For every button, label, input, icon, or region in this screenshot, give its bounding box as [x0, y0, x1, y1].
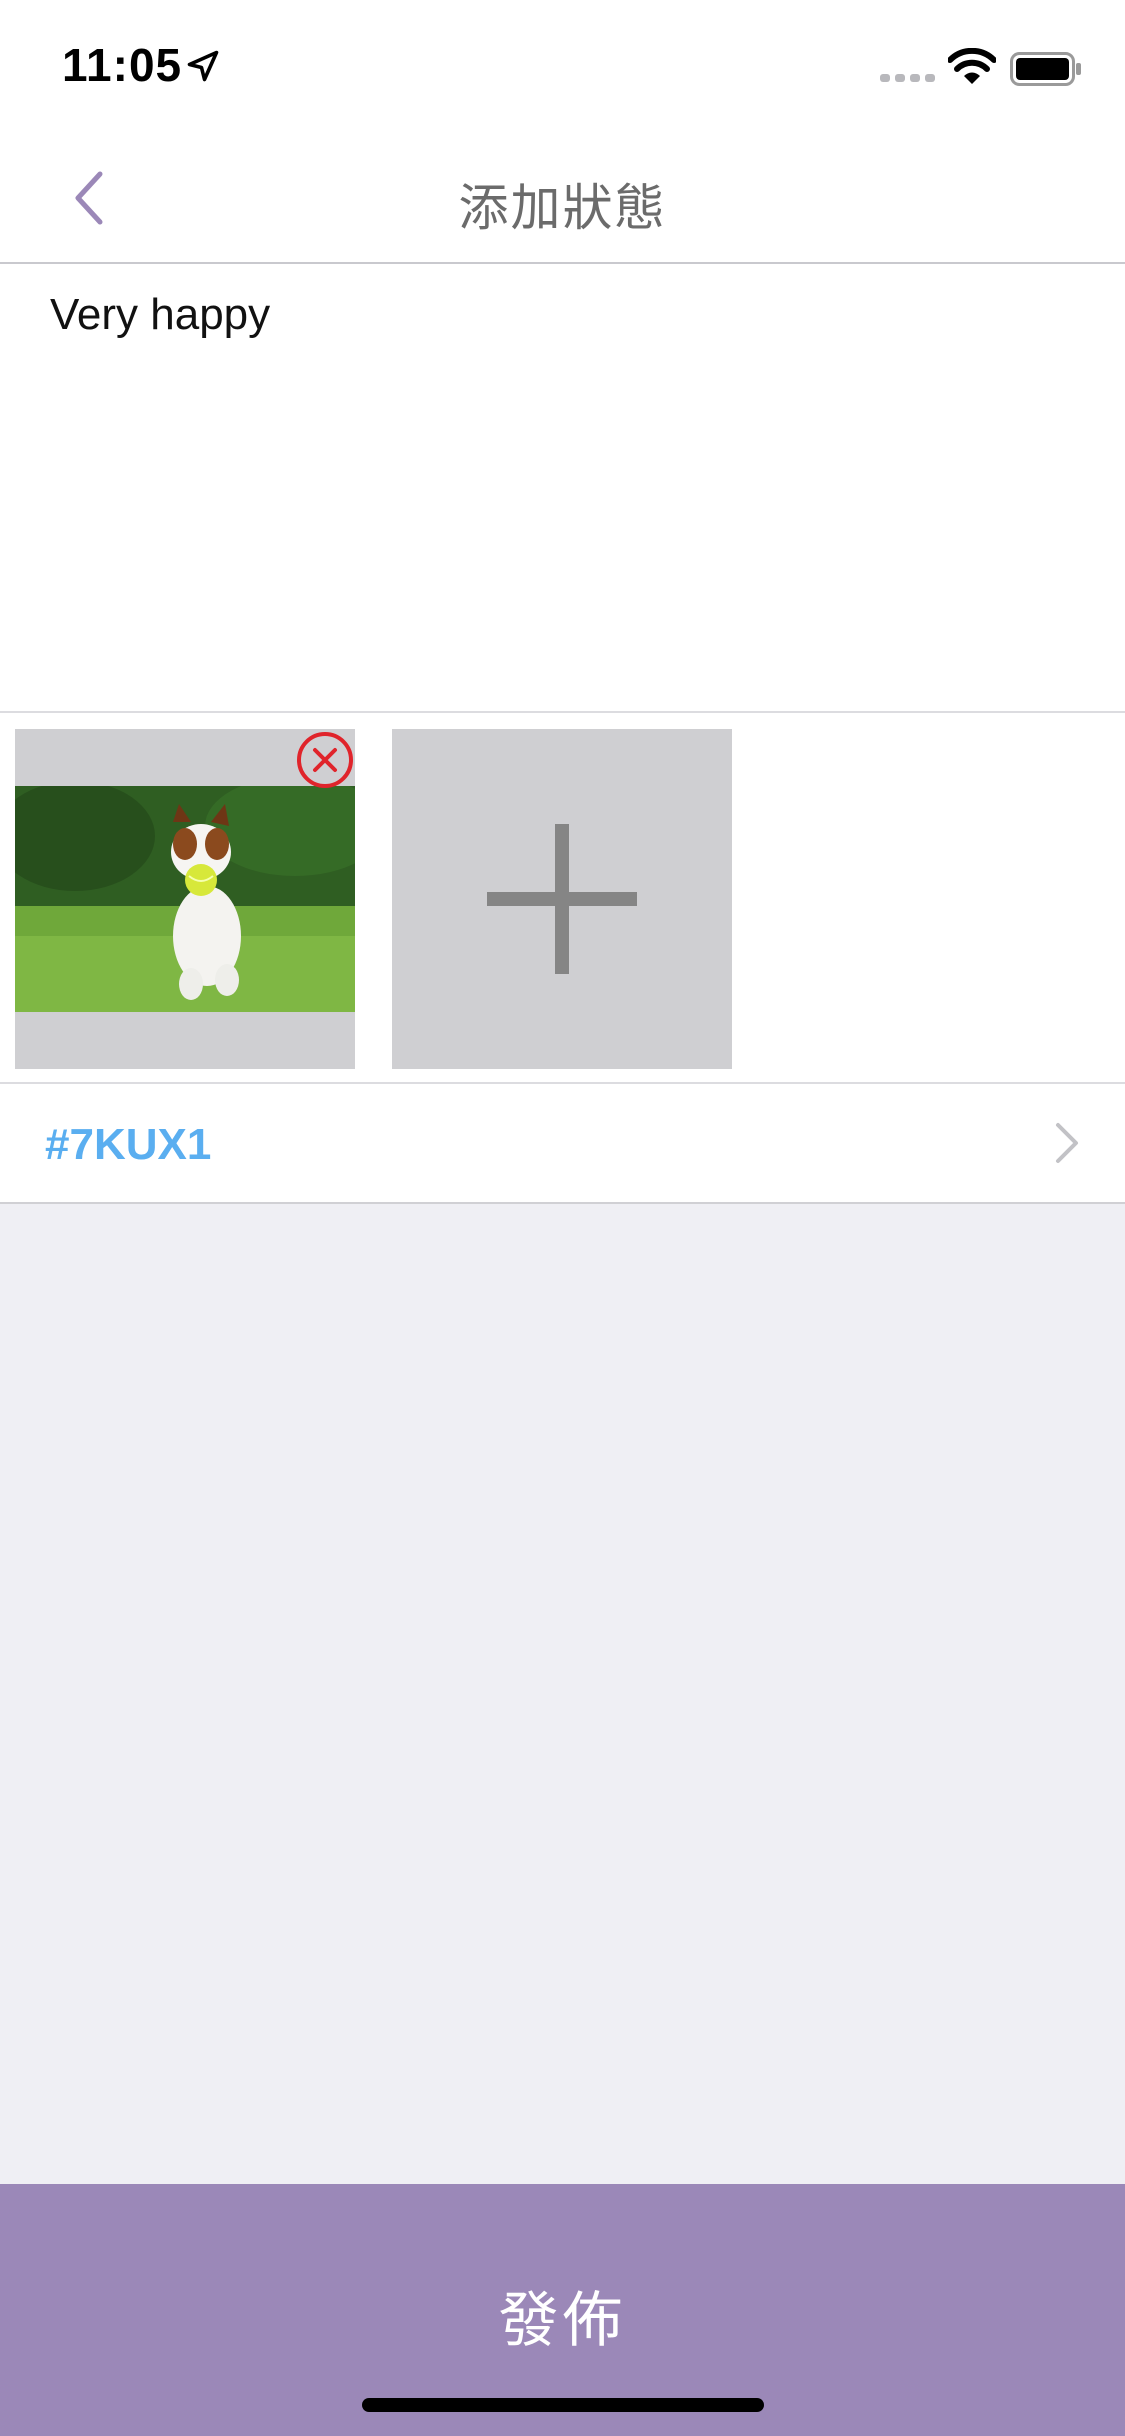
tag-row[interactable]: #7KUX1: [0, 1084, 1125, 1204]
status-time: 11:05: [62, 39, 183, 91]
cellular-signal-icon: [880, 74, 935, 82]
wifi-icon: [948, 48, 996, 84]
close-circle-icon: [297, 732, 353, 788]
plus-icon: [487, 824, 637, 974]
battery-icon: [1010, 52, 1081, 86]
page-title: 添加狀態: [458, 180, 667, 236]
home-indicator: [362, 2398, 764, 2412]
screen: 11:05 添加狀態 Very happy #7KUX1 發佈: [0, 0, 1125, 2436]
chevron-right-icon: [1056, 1123, 1078, 1163]
tag-label: #7KUX1: [45, 1120, 212, 1169]
post-text: Very happy: [50, 290, 271, 339]
publish-button[interactable]: 發佈: [0, 2184, 1125, 2436]
remove-photo-button[interactable]: [296, 731, 354, 789]
dog-photo: [15, 786, 355, 1012]
publish-label: 發佈: [498, 2287, 627, 2354]
location-arrow-icon: [187, 50, 219, 82]
add-photo-button[interactable]: [392, 729, 732, 1069]
post-text-area[interactable]: Very happy: [0, 266, 1125, 713]
status-bar: 11:05: [0, 0, 1125, 132]
photo-row: [0, 713, 1125, 1084]
nav-bar: 添加狀態: [0, 132, 1125, 264]
empty-area: [0, 1204, 1125, 2184]
